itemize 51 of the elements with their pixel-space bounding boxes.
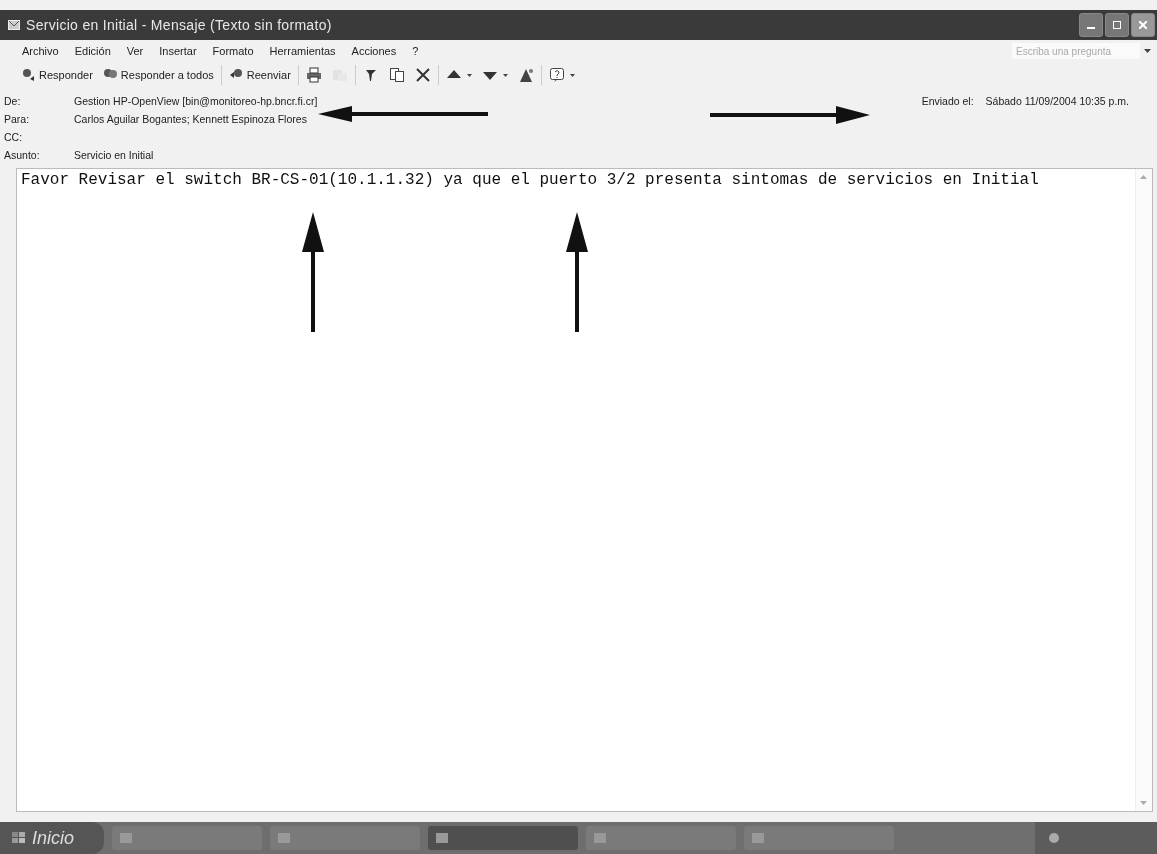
menu-item[interactable]: Herramientas xyxy=(263,45,342,57)
menu-item[interactable]: ? xyxy=(406,45,425,57)
menu-item[interactable]: Insertar xyxy=(153,45,203,57)
documents-icon xyxy=(388,67,405,83)
menu-item[interactable]: Edición xyxy=(68,45,117,57)
window-title: Servicio en Initial - Mensaje (Texto sin formato) xyxy=(26,17,332,33)
field-value: Servicio en Initial xyxy=(74,149,154,161)
forward-button[interactable]: Reenviar xyxy=(225,65,294,85)
taskbar-button[interactable] xyxy=(428,826,579,850)
window-icon xyxy=(436,833,449,843)
reply-all-button[interactable]: Responder a todos xyxy=(99,65,217,85)
dropdown-arrow-icon xyxy=(502,73,508,77)
menu-item[interactable]: Acciones xyxy=(345,45,403,57)
close-icon xyxy=(1139,21,1147,29)
maximize-icon xyxy=(1113,21,1121,29)
field-label: CC: xyxy=(4,131,24,143)
maximize-button[interactable] xyxy=(1105,13,1129,37)
window-icon xyxy=(120,833,133,843)
menu-item[interactable]: Formato xyxy=(206,45,260,57)
message-body[interactable]: Favor Revisar el switch BR-CS-01(10.1.1.32) ya que el puerto 3/2 presenta sintomas de servicios en Initial xyxy=(16,168,1153,812)
reply-button[interactable]: Responder xyxy=(18,65,96,85)
dropdown-arrow-icon xyxy=(1144,49,1151,53)
field-label: De: xyxy=(4,95,22,107)
window-icon xyxy=(278,833,291,843)
message-text: Favor Revisar el switch BR-CS-01(10.1.1.32) ya que el puerto 3/2 presenta sintomas de servicios en Initial xyxy=(20,170,1040,191)
reply-icon xyxy=(21,67,37,83)
field-value: Carlos Aguilar Bogantes; Kennett Espinoza Flores xyxy=(74,113,307,125)
minimize-button[interactable] xyxy=(1079,13,1103,37)
field-label: Enviado el: xyxy=(921,95,974,107)
dropdown-arrow-icon xyxy=(466,73,472,77)
scroll-down-icon xyxy=(1140,801,1147,805)
triangle-icon xyxy=(517,67,534,83)
dropdown-arrow-icon xyxy=(569,73,575,77)
close-button[interactable] xyxy=(1131,13,1155,37)
window-icon xyxy=(752,833,765,843)
delete-icon xyxy=(414,67,431,83)
help-icon xyxy=(548,67,565,83)
field-value: Gestion HP-OpenView [bin@monitoreo-hp.bncr.fi.cr] xyxy=(74,95,318,107)
tray-icon xyxy=(1047,832,1061,844)
start-button[interactable]: Inicio xyxy=(0,822,105,854)
field-label: Para: xyxy=(4,113,31,125)
field-label: Asunto: xyxy=(4,149,41,161)
menu-item[interactable]: Archivo xyxy=(16,45,65,57)
scrollbar[interactable] xyxy=(1135,169,1152,811)
question-field[interactable]: Escriba una pregunta xyxy=(1012,43,1140,59)
scroll-up-icon xyxy=(1140,175,1147,179)
menu-item[interactable]: Ver xyxy=(120,45,150,57)
printer-icon xyxy=(305,67,322,83)
envelope-icon xyxy=(8,20,20,30)
field-value: Sábado 11/09/2004 10:35 p.m. xyxy=(985,95,1129,107)
window-icon xyxy=(594,833,607,843)
